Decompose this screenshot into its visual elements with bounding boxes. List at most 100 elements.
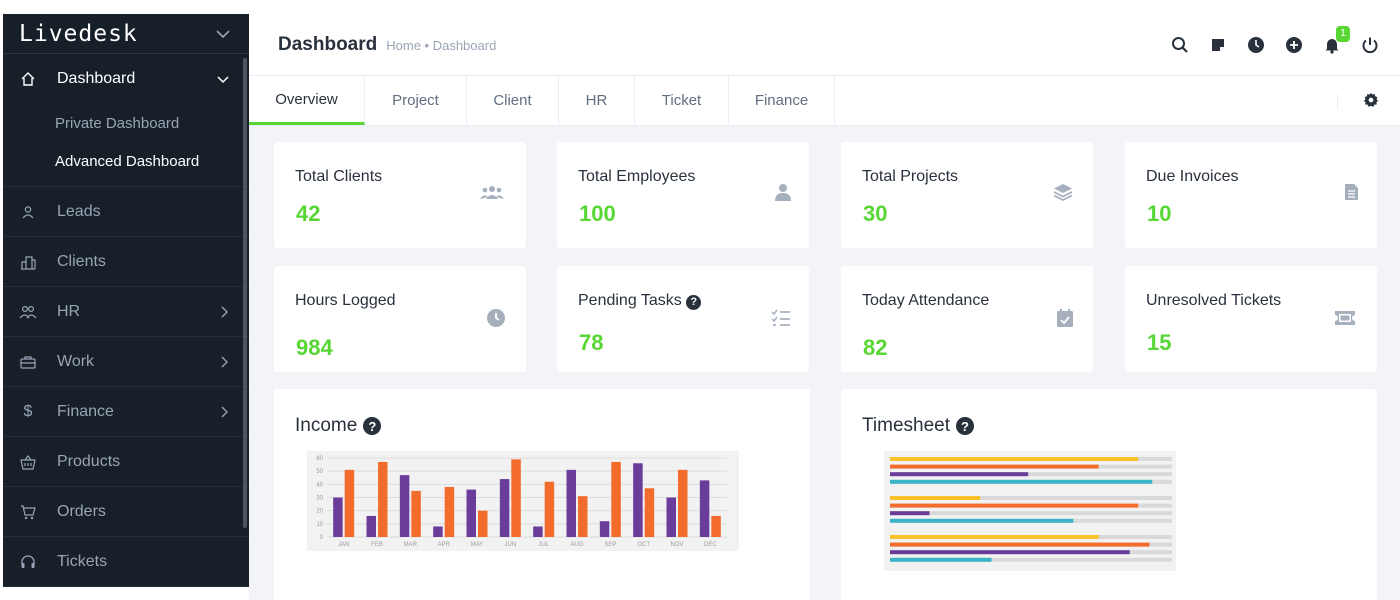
stat-title: Pending Tasks ? — [578, 292, 702, 310]
clock-icon[interactable] — [1246, 35, 1266, 55]
tab-project[interactable]: Project — [365, 76, 467, 125]
sidebar-item-orders[interactable]: Orders — [3, 487, 249, 537]
sidebar-item-label: Finance — [57, 402, 114, 420]
bar-series-1 — [533, 526, 543, 537]
bar-series-2 — [611, 461, 621, 537]
x-tick-label: JUN — [504, 542, 516, 548]
tab-finance[interactable]: Finance — [729, 76, 835, 125]
bar-series-2 — [444, 486, 455, 537]
panel-title: Timesheet — [862, 415, 950, 436]
stat-card-total-employees[interactable]: Total Employees 100 — [557, 142, 809, 248]
dashboard-tabs: Overview Project Client HR Ticket Finance — [249, 76, 1400, 126]
stat-title-text: Today Attendance — [862, 292, 990, 309]
task-list-icon — [769, 306, 793, 330]
sidebar-item-dashboard[interactable]: Dashboard — [3, 54, 249, 104]
stat-title-text: Unresolved Tickets — [1146, 292, 1282, 309]
people-icon — [19, 303, 37, 321]
gear-icon[interactable] — [1362, 91, 1380, 109]
notification-badge: 1 — [1336, 25, 1350, 42]
brand-logo: Livedesk — [19, 20, 138, 47]
sidebar-item-leads[interactable]: Leads — [3, 187, 249, 237]
timesheet-bar — [890, 557, 992, 562]
stat-title: Total Clients — [295, 168, 382, 186]
bar-series-1 — [599, 521, 610, 537]
stat-title: Total Employees — [578, 168, 695, 186]
sidebar-item-hr[interactable]: HR — [3, 287, 249, 337]
sidebar-scrollbar[interactable] — [243, 58, 247, 528]
stat-card-total-clients[interactable]: Total Clients 42 — [274, 142, 526, 248]
timesheet-bar — [890, 479, 1153, 484]
bar-series-2 — [344, 469, 355, 537]
bar-series-1 — [699, 480, 710, 537]
stat-card-unresolved-tickets[interactable]: Unresolved Tickets 15 — [1125, 266, 1377, 372]
tab-divider — [1337, 94, 1338, 110]
tab-ticket[interactable]: Ticket — [635, 76, 729, 125]
bar-series-2 — [478, 510, 488, 537]
stat-title-text: Hours Logged — [295, 292, 396, 309]
stat-card-today-attendance[interactable]: Today Attendance 82 — [841, 266, 1093, 372]
stat-title-text: Due Invoices — [1146, 168, 1239, 185]
x-tick-label: DEC — [704, 542, 717, 548]
stat-value: 100 — [579, 201, 616, 226]
income-chart: 0102030405060JAN FEB MAR APR MAY JUN JUL AUG SEP… — [307, 451, 739, 551]
sidebar-item-label: Clients — [57, 252, 106, 270]
breadcrumb[interactable]: Home • Dashboard — [386, 38, 496, 53]
main-content: Dashboard Home • Dashboard 1 Overview Pr… — [249, 14, 1400, 600]
sticky-note-icon[interactable] — [1208, 35, 1228, 55]
stat-title-text: Total Clients — [295, 168, 383, 185]
sidebar-item-tickets[interactable]: Tickets — [3, 537, 249, 587]
stat-title-text: Total Projects — [862, 168, 959, 185]
bar-series-2 — [544, 481, 555, 537]
tab-client[interactable]: Client — [467, 76, 559, 125]
x-tick-label: JAN — [338, 542, 349, 548]
stat-card-due-invoices[interactable]: Due Invoices 10 — [1125, 142, 1377, 248]
dashboard-submenu: Private Dashboard Advanced Dashboard — [3, 104, 249, 187]
page-title: Dashboard — [278, 33, 378, 55]
sidebar-item-label: HR — [57, 302, 81, 320]
income-panel: Income ? 0 10 20 30 40 50 60 JAN FEB MAR APR MAY JUN… — [274, 389, 810, 600]
sidebar-item-label: Leads — [57, 202, 101, 220]
y-tick-label: 60 — [316, 456, 323, 462]
timesheet-bar — [890, 518, 1074, 523]
timesheet-bar — [890, 550, 1130, 555]
chevron-down-icon — [217, 76, 229, 84]
basket-icon — [19, 453, 37, 471]
tab-overview[interactable]: Overview — [249, 76, 365, 125]
stat-title: Unresolved Tickets — [1146, 292, 1281, 310]
timesheet-panel: Timesheet ? — [841, 389, 1377, 600]
help-icon[interactable]: ? — [956, 417, 974, 435]
add-circle-icon[interactable] — [1284, 35, 1304, 55]
chevron-right-icon — [221, 356, 228, 367]
bar-series-2 — [578, 496, 588, 537]
power-icon[interactable] — [1360, 35, 1380, 55]
timesheet-title: Timesheet ? — [862, 415, 974, 437]
tab-hr[interactable]: HR — [559, 76, 635, 125]
help-icon[interactable]: ? — [686, 294, 702, 310]
sidebar-item-work[interactable]: Work — [3, 337, 249, 387]
bell-icon[interactable]: 1 — [1322, 25, 1350, 55]
sidebar-subitem-advanced-dashboard[interactable]: Advanced Dashboard — [3, 142, 249, 180]
building-icon — [19, 253, 37, 271]
stat-value: 82 — [863, 335, 888, 360]
sidebar-nav-list: Leads Clients HR Work $ Finance Products Orders… — [3, 187, 249, 587]
search-icon[interactable] — [1170, 35, 1190, 55]
sidebar-item-clients[interactable]: Clients — [3, 237, 249, 287]
sidebar-item-products[interactable]: Products — [3, 437, 249, 487]
x-tick-label: FEB — [371, 542, 383, 548]
timesheet-bar — [890, 464, 1099, 469]
help-icon[interactable]: ? — [363, 417, 382, 435]
bar-series-2 — [378, 461, 388, 537]
stat-card-hours-logged[interactable]: Hours Logged 984 — [274, 266, 526, 372]
stat-card-pending-tasks[interactable]: Pending Tasks ? 78 — [557, 266, 809, 372]
timesheet-chart — [884, 451, 1176, 571]
sidebar-subitem-private-dashboard[interactable]: Private Dashboard — [3, 104, 249, 142]
sidebar-item-finance[interactable]: $ Finance — [3, 387, 249, 437]
chevron-down-icon[interactable] — [215, 29, 231, 39]
stat-title: Total Projects — [862, 168, 958, 186]
stat-value: 42 — [296, 201, 321, 226]
header-actions: 1 — [1170, 25, 1400, 55]
stat-card-total-projects[interactable]: Total Projects 30 — [841, 142, 1093, 248]
y-tick-label: 20 — [316, 509, 323, 515]
bar-series-2 — [678, 469, 688, 537]
x-tick-label: NOV — [670, 542, 683, 548]
